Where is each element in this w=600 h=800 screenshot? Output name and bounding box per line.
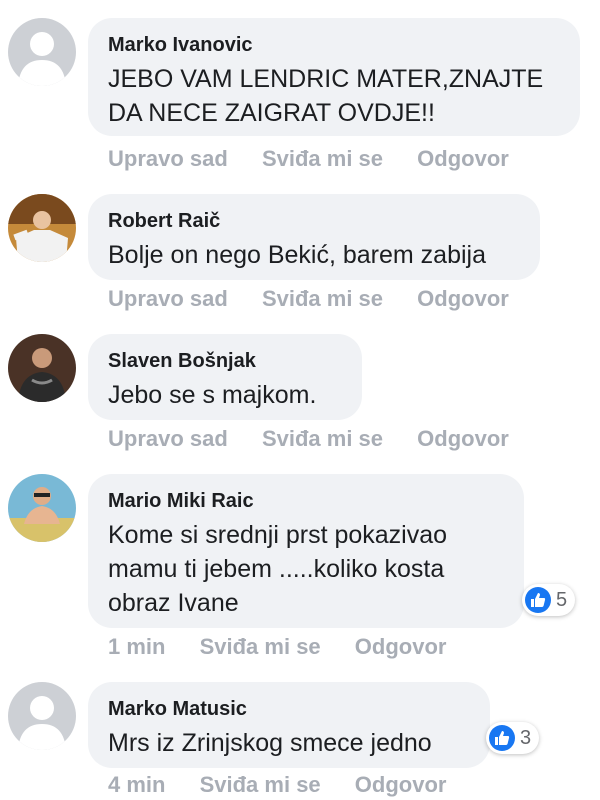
comment-actions: Upravo sad Sviđa mi se Odgovor bbox=[108, 146, 537, 172]
comment-actions: 4 min Sviđa mi se Odgovor bbox=[108, 772, 474, 798]
comment-bubble: Marko Matusic Mrs iz Zrinjskog smece jed… bbox=[88, 682, 490, 768]
default-avatar-icon[interactable] bbox=[8, 18, 76, 86]
user-photo-avatar[interactable] bbox=[8, 334, 76, 402]
comment-author[interactable]: Mario Miki Raic bbox=[108, 488, 502, 514]
reaction-count: 3 bbox=[520, 726, 532, 749]
like-button[interactable]: Sviđa mi se bbox=[262, 146, 383, 172]
comment-text: Jebo se s majkom. bbox=[108, 381, 317, 409]
user-photo-avatar[interactable] bbox=[8, 194, 76, 262]
comment-author[interactable]: Robert Raič bbox=[108, 208, 518, 234]
comment-bubble: Robert Raič Bolje on nego Bekić, barem z… bbox=[88, 194, 540, 280]
like-button[interactable]: Sviđa mi se bbox=[200, 772, 321, 798]
thumbs-up-icon bbox=[525, 587, 551, 613]
comment-bubble: Slaven Bošnjak Jebo se s majkom. bbox=[88, 334, 362, 420]
comment-author[interactable]: Marko Matusic bbox=[108, 696, 468, 722]
comment-actions: Upravo sad Sviđa mi se Odgovor bbox=[108, 426, 537, 452]
like-button[interactable]: Sviđa mi se bbox=[262, 286, 383, 312]
reply-button[interactable]: Odgovor bbox=[417, 426, 509, 452]
comment-timestamp[interactable]: Upravo sad bbox=[108, 426, 228, 452]
reply-button[interactable]: Odgovor bbox=[417, 146, 509, 172]
comment-timestamp[interactable]: 4 min bbox=[108, 772, 165, 798]
reply-button[interactable]: Odgovor bbox=[355, 772, 447, 798]
default-avatar-icon[interactable] bbox=[8, 682, 76, 750]
reaction-count: 5 bbox=[556, 588, 568, 611]
like-button[interactable]: Sviđa mi se bbox=[262, 426, 383, 452]
user-photo-avatar[interactable] bbox=[8, 474, 76, 542]
comments-feed: Marko Ivanovic JEBO VAM LENDRIC MATER,ZN… bbox=[0, 0, 600, 800]
reply-button[interactable]: Odgovor bbox=[355, 634, 447, 660]
comment-text: JEBO VAM LENDRIC MATER,ZNAJTE DA NECE ZA… bbox=[108, 65, 544, 127]
comment-text: Mrs iz Zrinjskog smece jedno bbox=[108, 729, 432, 757]
comment-bubble: Mario Miki Raic Kome si srednji prst pok… bbox=[88, 474, 524, 628]
comment-actions: 1 min Sviđa mi se Odgovor bbox=[108, 634, 474, 660]
comment-timestamp[interactable]: Upravo sad bbox=[108, 146, 228, 172]
comment-timestamp[interactable]: 1 min bbox=[108, 634, 165, 660]
comment-author[interactable]: Slaven Bošnjak bbox=[108, 348, 340, 374]
comment-text: Kome si srednji prst pokazivao mamu ti j… bbox=[108, 521, 448, 617]
reactions-badge[interactable]: 5 bbox=[522, 584, 576, 616]
comment-author[interactable]: Marko Ivanovic bbox=[108, 32, 558, 58]
thumbs-up-icon bbox=[489, 725, 515, 751]
comment-actions: Upravo sad Sviđa mi se Odgovor bbox=[108, 286, 537, 312]
comment-bubble: Marko Ivanovic JEBO VAM LENDRIC MATER,ZN… bbox=[88, 18, 580, 136]
like-button[interactable]: Sviđa mi se bbox=[200, 634, 321, 660]
reply-button[interactable]: Odgovor bbox=[417, 286, 509, 312]
reactions-badge[interactable]: 3 bbox=[486, 722, 540, 754]
comment-timestamp[interactable]: Upravo sad bbox=[108, 286, 228, 312]
comment-text: Bolje on nego Bekić, barem zabija bbox=[108, 241, 487, 269]
